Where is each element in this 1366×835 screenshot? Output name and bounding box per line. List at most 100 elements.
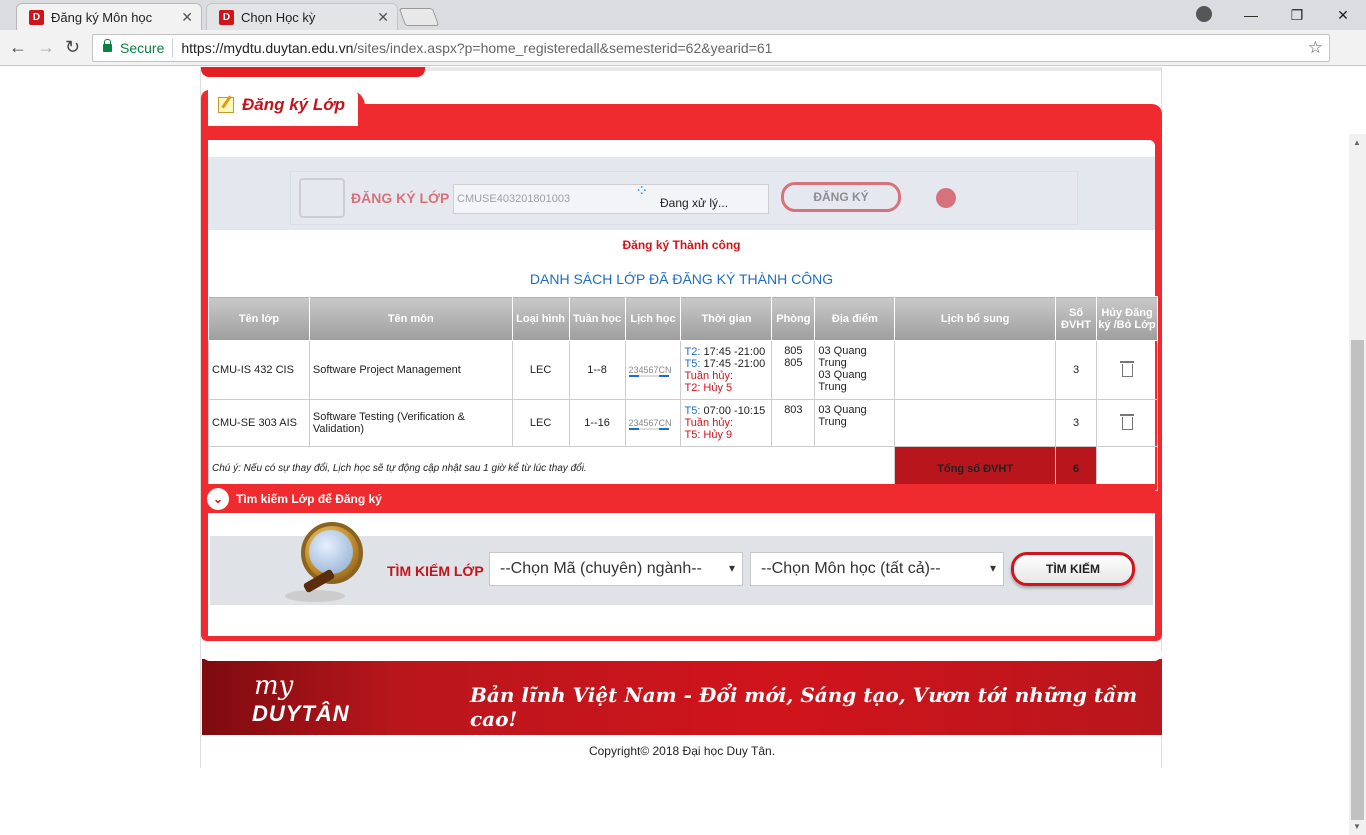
time-cell: T2: 17:45 -21:00 T5: 17:45 -21:00 Tuần h… <box>680 340 773 400</box>
logo-duytan: DUYTÂN <box>252 701 350 726</box>
footer-banner: my DUYTÂN Bản lĩnh Việt Nam - Đổi mới, S… <box>202 651 1162 735</box>
registered-list-title: DANH SÁCH LỚP ĐÃ ĐĂNG KÝ THÀNH CÔNG <box>529 271 834 287</box>
logo-my: my <box>254 671 294 701</box>
time-line: T5: 17:45 -21:00 <box>684 358 768 370</box>
success-message: Đăng ký Thành công <box>622 238 741 252</box>
prev-panel-bottom <box>201 67 425 77</box>
time-range: 17:45 -21:00 <box>700 358 766 370</box>
location: 03 Quang Trung 03 Quang Trung <box>814 340 896 400</box>
vertical-scrollbar[interactable]: ▲ ▼ <box>1349 134 1366 835</box>
trash-icon[interactable] <box>1119 413 1134 430</box>
prev-panel-gray <box>425 67 1161 71</box>
profile-icon[interactable] <box>1196 6 1212 22</box>
tab-chon-hoc-ky[interactable]: D Chọn Học kỳ ✕ <box>206 3 398 30</box>
subject-name: Software Testing (Verification & Validat… <box>308 399 513 447</box>
help-icon[interactable] <box>936 188 956 208</box>
trash-icon[interactable] <box>1119 360 1134 377</box>
new-tab-button[interactable] <box>398 8 440 26</box>
minimize-button[interactable]: — <box>1228 0 1274 30</box>
subject-name: Software Project Management <box>308 340 513 400</box>
reload-icon[interactable]: ↻ <box>65 37 80 58</box>
close-icon[interactable]: ✕ <box>377 9 389 26</box>
col-header: Số ĐVHT <box>1055 296 1097 341</box>
registered-classes-table: Tên lớp Tên môn Loại hình Tuần học Lịch … <box>207 296 1158 491</box>
subject-select[interactable]: --Chọn Môn học (tất cả)-- <box>750 552 1004 586</box>
forward-arrow-icon[interactable]: → <box>37 37 55 58</box>
scroll-down-icon[interactable]: ▼ <box>1353 822 1361 831</box>
time-range: 17:45 -21:00 <box>700 346 766 358</box>
col-header: Loại hình <box>511 296 570 341</box>
bookmark-star-icon[interactable]: ☆ <box>1308 38 1323 58</box>
extra-schedule <box>894 399 1057 447</box>
url-path: /sites/index.aspx?p=home_registeredall&s… <box>353 40 773 56</box>
lock-icon <box>103 39 112 52</box>
tab-title: Đăng ký Môn học <box>51 9 153 25</box>
extra-schedule <box>894 340 1057 400</box>
url-domain: https://mydtu.duytan.edu.vn <box>181 40 354 56</box>
tab-dang-ky-mon-hoc[interactable]: D Đăng ký Môn học ✕ <box>16 3 202 30</box>
time-day: T2: <box>684 346 701 358</box>
cancel-value: T5: Hủy 9 <box>684 429 733 441</box>
register-icon <box>299 178 345 218</box>
col-header: Tuần học <box>568 296 626 341</box>
time-day: T5: <box>684 358 701 370</box>
page-body: Đăng ký Lớp ĐĂNG KÝ LỚP CMUSE40320180100… <box>200 67 1162 768</box>
url-field[interactable]: Secure https://mydtu.duytan.edu.vn /site… <box>92 34 1330 62</box>
cancel-cell <box>1096 340 1158 400</box>
register-label: ĐĂNG KÝ LỚP <box>351 190 450 206</box>
cancel-label: Tuần hủy: <box>684 417 733 429</box>
search-section-header[interactable]: ⌄ Tìm kiếm Lớp để Đăng ký <box>201 484 1155 513</box>
time-cell: T5: 07:00 -10:15 Tuần hủy: T5: Hủy 9 <box>680 399 773 447</box>
col-header: Hủy Đăng ký /Bỏ Lớp <box>1096 296 1158 341</box>
secure-label: Secure <box>120 40 165 56</box>
col-header: Tên lớp <box>208 296 310 341</box>
table-header-row: Tên lớp Tên môn Loại hình Tuần học Lịch … <box>208 296 1158 341</box>
search-label: TÌM KIẾM LỚP <box>387 563 484 579</box>
class-type: LEC <box>511 399 570 447</box>
search-button[interactable]: TÌM KIẾM <box>1011 552 1135 586</box>
location: 03 Quang Trung <box>814 399 896 447</box>
page-viewport: Đăng ký Lớp ĐĂNG KÝ LỚP CMUSE40320180100… <box>0 67 1366 835</box>
col-header: Lịch bổ sung <box>894 296 1057 341</box>
time-range: 07:00 -10:15 <box>700 405 766 417</box>
col-header: Địa điểm <box>814 296 896 341</box>
panel-title: Đăng ký Lớp <box>242 94 346 114</box>
major-select[interactable]: --Chọn Mã (chuyên) ngành-- <box>489 552 743 586</box>
magnifier-globe-icon <box>285 522 371 610</box>
duytan-favicon-icon: D <box>29 10 44 25</box>
loading-spinner-icon: ⁘ <box>635 183 649 200</box>
close-icon[interactable]: ✕ <box>181 9 193 26</box>
cancel-value: T2: Hủy 5 <box>684 382 733 394</box>
tab-bar: D Đăng ký Môn học ✕ D Chọn Học kỳ ✕ — ❐ … <box>0 0 1366 30</box>
search-bar: TÌM KIẾM LỚP --Chọn Mã (chuyên) ngành-- … <box>210 522 1153 605</box>
cancel-label: Tuần hủy: <box>684 370 733 382</box>
processing-text: Đang xử lý... <box>660 196 729 210</box>
panel-tab-inner: Đăng ký Lớp <box>208 83 358 126</box>
copyright: Copyright© 2018 Đại học Duy Tân. <box>588 744 776 758</box>
credits: 3 <box>1055 399 1097 447</box>
chevron-down-icon[interactable]: ⌄ <box>207 487 229 510</box>
room: 805 805 <box>771 340 816 400</box>
footer-notch <box>202 651 1162 661</box>
schedule-days: 234567CN <box>628 364 672 375</box>
search-section-title: Tìm kiếm Lớp để Đăng ký <box>236 491 382 506</box>
scroll-thumb[interactable] <box>1351 340 1364 820</box>
panel-tab: Đăng ký Lớp <box>201 83 365 140</box>
col-header: Phòng <box>771 296 816 341</box>
schedule-days: 234567CN <box>628 417 672 428</box>
room: 803 <box>771 399 816 447</box>
restore-button[interactable]: ❐ <box>1274 0 1320 30</box>
close-window-button[interactable]: ✕ <box>1320 0 1366 30</box>
back-arrow-icon[interactable]: ← <box>9 37 27 58</box>
time-day: T5: <box>684 405 701 417</box>
lens <box>309 530 353 574</box>
col-header: Tên môn <box>308 296 513 341</box>
time-line: T5: 07:00 -10:15 <box>684 405 768 417</box>
tab-title: Chọn Học kỳ <box>241 9 316 25</box>
register-button[interactable]: ĐĂNG KÝ <box>781 182 901 212</box>
schedule-cell: 234567CN <box>624 340 682 400</box>
table-row: CMU-SE 303 AIS Software Testing (Verific… <box>208 399 1158 447</box>
weeks: 1--16 <box>568 399 626 447</box>
slogan: Bản lĩnh Việt Nam - Đổi mới, Sáng tạo, V… <box>470 683 1138 731</box>
scroll-up-icon[interactable]: ▲ <box>1353 138 1361 147</box>
